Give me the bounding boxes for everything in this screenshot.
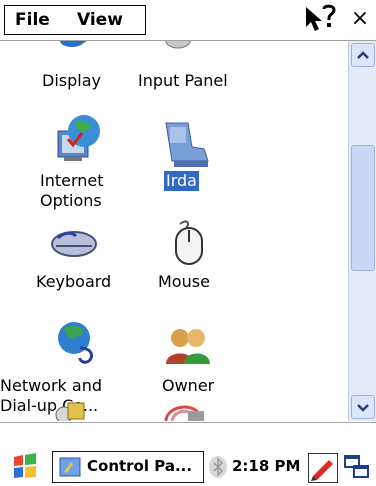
scroll-up-button[interactable]	[351, 43, 375, 67]
item-label: Irda	[164, 171, 199, 191]
keyboard-icon	[51, 231, 97, 257]
item-internet-options[interactable]: Internet Options	[20, 111, 130, 211]
start-flag-icon[interactable]	[10, 453, 40, 479]
item-mouse[interactable]: Mouse	[138, 216, 248, 296]
pen-icon	[311, 460, 333, 481]
owner-icon	[166, 329, 210, 364]
item-label-line2: Options	[40, 191, 102, 210]
item-display[interactable]: Display	[20, 41, 130, 101]
help-pointer-icon	[306, 4, 336, 31]
mouse-icon	[175, 220, 203, 265]
control-panel-icon	[59, 457, 81, 477]
item-label: Display	[42, 71, 101, 90]
menu-frame: File View	[4, 5, 146, 35]
scroll-thumb[interactable]	[351, 145, 375, 271]
file-menu[interactable]: File	[15, 10, 50, 30]
input-method-button[interactable]	[308, 453, 338, 483]
item-label-line1: Network and	[0, 376, 102, 395]
item-input-panel[interactable]: Input Panel	[138, 41, 248, 101]
menu-bar: File View ×	[0, 0, 376, 41]
item-keyboard[interactable]: Keyboard	[20, 216, 130, 296]
item-irda[interactable]: Irda	[138, 111, 248, 191]
item-label: Mouse	[158, 272, 210, 291]
network-icon	[58, 322, 94, 364]
bluetooth-icon[interactable]	[208, 455, 228, 479]
chevron-down-icon	[357, 404, 369, 412]
desktop-windows-icon[interactable]	[344, 455, 370, 479]
control-panel-items: Display Input Panel Internet Options Ird…	[0, 41, 348, 421]
item-label: Keyboard	[36, 272, 112, 291]
partial-item-icon	[55, 402, 85, 421]
internet-options-icon	[57, 115, 100, 161]
taskbar-app-label: Control Pa...	[87, 457, 193, 475]
close-button[interactable]: ×	[346, 4, 374, 34]
item-owner[interactable]: Owner	[138, 316, 248, 396]
clock[interactable]: 2:18 PM	[232, 457, 300, 475]
taskbar: Control Pa... 2:18 PM	[0, 422, 376, 483]
partial-item-icon	[164, 405, 204, 421]
vertical-scrollbar[interactable]	[348, 41, 376, 421]
item-label: Input Panel	[138, 71, 228, 90]
taskbar-app-control-panel[interactable]: Control Pa...	[52, 451, 204, 483]
help-button[interactable]	[300, 3, 336, 35]
view-menu[interactable]: View	[77, 10, 123, 30]
item-label-line1: Internet	[40, 171, 104, 190]
irda-icon	[165, 122, 209, 167]
chevron-up-icon	[357, 51, 369, 59]
scroll-down-button[interactable]	[351, 395, 375, 419]
item-label: Owner	[162, 376, 215, 395]
